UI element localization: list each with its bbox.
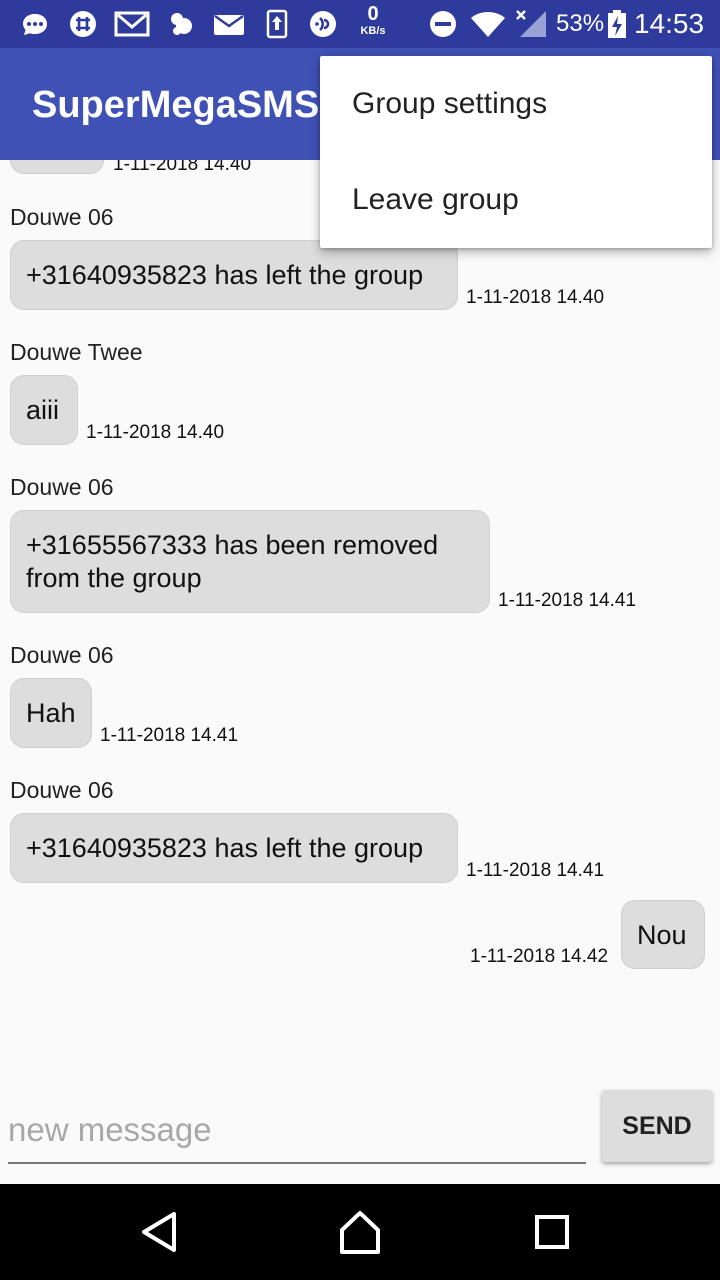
message-text: +31655567333 has been removed from the g…: [26, 530, 439, 593]
message-input[interactable]: [8, 1098, 586, 1164]
message-bubble[interactable]: [10, 160, 104, 174]
message-timestamp: 1-11-2018 14.42: [470, 946, 609, 967]
message-list[interactable]: 1-11-2018 14.40 Douwe 06 +31640935823 ha…: [0, 160, 720, 1080]
message-bubble[interactable]: +31655567333 has been removed from the g…: [10, 510, 490, 613]
message-timestamp: 1-11-2018 14.40: [466, 287, 605, 308]
message-text: +31640935823 has left the group: [26, 833, 424, 863]
email-icon: [212, 9, 246, 39]
overflow-menu: Group settings Leave group: [320, 56, 712, 248]
message-bubble-outgoing[interactable]: Nou: [621, 900, 705, 969]
navigation-bar: [0, 1184, 720, 1280]
message-bubble[interactable]: +31640935823 has left the group: [10, 813, 458, 883]
clock: 14:53: [634, 8, 705, 39]
send-button[interactable]: SEND: [602, 1090, 712, 1162]
battery-icon: [606, 9, 628, 39]
message-bubble[interactable]: aiii: [10, 375, 78, 445]
app-title: SuperMegaSMS: [32, 84, 320, 126]
data-transfer-icon: [262, 9, 292, 39]
status-bar: 0 KB/s 53% 14:53: [0, 0, 720, 48]
message-sender: Douwe 06: [10, 642, 114, 668]
message-timestamp: 1-11-2018 14.41: [466, 860, 605, 881]
network-speed-unit: KB/s: [360, 25, 386, 37]
message-text: +31640935823 has left the group: [26, 260, 424, 290]
message-sender: Douwe 06: [10, 204, 114, 230]
battery-percent: 53%: [556, 10, 605, 37]
menu-item-group-settings[interactable]: Group settings: [320, 56, 712, 152]
hangouts-icon: [166, 9, 196, 39]
home-icon[interactable]: [336, 1208, 384, 1256]
message-timestamp: 1-11-2018 14.40: [113, 160, 252, 175]
message-bubble[interactable]: +31640935823 has left the group: [10, 240, 458, 310]
message-text: Nou: [637, 920, 687, 950]
message-sender: Douwe 06: [10, 777, 114, 803]
message-text: aiii: [26, 395, 60, 425]
slack-icon: [68, 9, 98, 39]
nfc-icon: [308, 9, 338, 39]
message-sender: Douwe Twee: [10, 339, 143, 365]
message-sender: Douwe 06: [10, 474, 114, 500]
signal-icon: [514, 9, 548, 39]
gmail-icon: [114, 9, 150, 39]
dnd-icon: [428, 9, 458, 39]
menu-item-leave-group[interactable]: Leave group: [320, 152, 712, 248]
message-timestamp: 1-11-2018 14.40: [86, 422, 225, 443]
messenger-icon: [20, 9, 50, 39]
message-bubble[interactable]: Hah: [10, 678, 92, 748]
message-timestamp: 1-11-2018 14.41: [100, 725, 239, 746]
message-text: Hah: [26, 698, 76, 728]
network-speed: 0 KB/s: [356, 4, 390, 37]
wifi-icon: [470, 9, 506, 39]
back-icon[interactable]: [136, 1208, 184, 1256]
recents-icon[interactable]: [528, 1208, 576, 1256]
network-speed-value: 0: [367, 3, 379, 25]
message-timestamp: 1-11-2018 14.41: [498, 590, 637, 611]
